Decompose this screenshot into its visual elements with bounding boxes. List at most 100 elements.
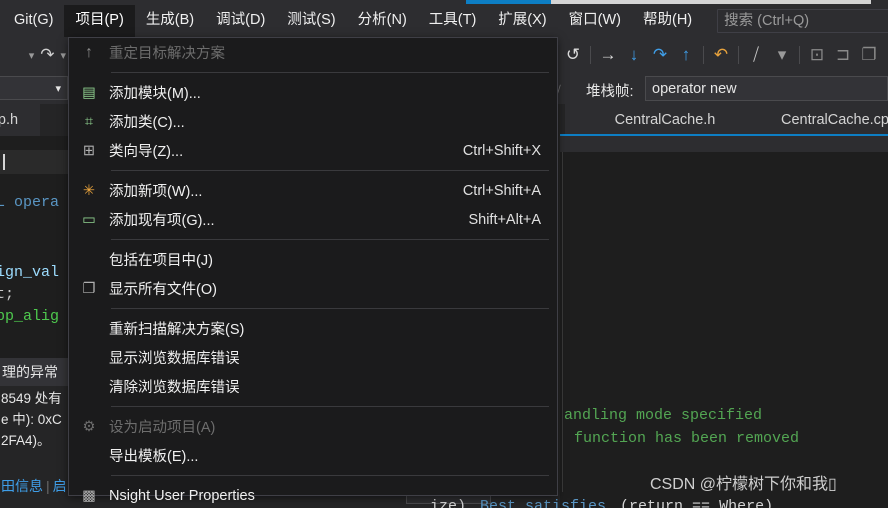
debug-toolbar-icons: ↺ → ↓ ↷ ↑ ↶ ⧸ ▾ ⊡ ⊐ ❐: [560, 37, 888, 73]
process-combo[interactable]: mem ▾: [0, 76, 68, 100]
menu-option-icon-slot: [69, 441, 109, 470]
nsight-icon: ▩: [82, 487, 96, 504]
menu-option-icon-slot: [69, 343, 109, 372]
menu-item-label: 调试(D): [216, 12, 266, 28]
menu-option-3-1[interactable]: ❐ 显示所有文件(O): [69, 274, 557, 303]
tab-centralcache-cpp[interactable]: CentralCache.cp: [765, 104, 888, 136]
menu-item-label: 窗口(W): [568, 12, 621, 28]
dropdown-caret-icon-2[interactable]: ▾: [60, 49, 66, 62]
toolbar-separator: [738, 46, 739, 64]
project-menu-dropdown: ↑ 重定目标解决方案 ▤ 添加模块(M)... ⌗ 添加类(C)... ⊞ 类向导(Z)...…: [68, 37, 558, 504]
code-line-2: ign_val: [0, 264, 60, 281]
menu-option-label: 添加模块(M)...: [109, 86, 201, 102]
menu-item-label: 项目(P): [75, 12, 124, 28]
menu-option-2-1[interactable]: ▭ 添加现有项(G)... Shift+Alt+A: [69, 205, 557, 234]
toolbar-separator: [799, 46, 800, 64]
output-gutter-line: [562, 152, 563, 492]
step-into-icon[interactable]: ↓: [621, 40, 647, 70]
restart-icon[interactable]: ↺: [560, 40, 586, 70]
menu-option-3-0[interactable]: 包括在项目中(J): [69, 245, 557, 274]
menu-option-shortcut: Ctrl+Shift+A: [462, 182, 541, 199]
left-editor-fragment: L opera ign_val t; pp_alig: [0, 136, 68, 358]
menu-option-icon-slot: [69, 314, 109, 343]
menu-item-1[interactable]: 项目(P): [64, 5, 135, 37]
menu-separator: [111, 308, 549, 309]
menu-item-6[interactable]: 工具(T): [418, 5, 488, 37]
tab-centralcache-h[interactable]: CentralCache.h: [565, 104, 765, 136]
exception-details-link[interactable]: 田信息: [1, 478, 43, 494]
menu-separator: [111, 406, 549, 407]
output-pane-header: [560, 136, 888, 152]
menu-option-label: 添加新项(W)...: [109, 184, 203, 200]
窗口-layout-icon[interactable]: ⊐: [830, 40, 856, 70]
menu-item-label: 扩展(X): [498, 12, 547, 28]
menu-item-label: 测试(S): [287, 12, 336, 28]
tab-p-h[interactable]: p.h: [0, 104, 40, 136]
menu-option-label: Nsight User Properties: [109, 487, 255, 504]
menu-item-2[interactable]: 生成(B): [135, 5, 205, 37]
menu-option-5-1[interactable]: 导出模板(E)...: [69, 441, 557, 470]
menu-bar: Git(G) 项目(P) 生成(B) 调试(D) 测试(S) 分析(N) 工具(T) 扩展(X…: [0, 5, 888, 37]
tab-centralcache-cpp-label: CentralCache.cp: [781, 112, 888, 128]
menu-option-label: 显示所有文件(O): [109, 282, 217, 298]
step-over-icon[interactable]: →: [595, 40, 621, 70]
exception-links: 田信息 | 启: [0, 476, 68, 496]
step-out-of-loop-icon[interactable]: ↷: [647, 40, 673, 70]
exception-enable-link[interactable]: 启: [53, 478, 67, 494]
step-out-icon[interactable]: ↑: [673, 40, 699, 70]
menu-option-icon-slot: [69, 245, 109, 274]
output-line-2: function has been removed: [574, 430, 800, 447]
menu-item-0[interactable]: Git(G): [0, 5, 64, 37]
redo-icon[interactable]: ↷: [40, 45, 54, 65]
menu-item-label: 帮助(H): [642, 12, 693, 28]
menu-item-4[interactable]: 测试(S): [276, 5, 346, 37]
top-accent-white-segment: [551, 0, 871, 4]
breakpoints-icon[interactable]: ⊡: [804, 40, 830, 70]
dropdown-caret-icon[interactable]: ▾: [29, 49, 35, 62]
menu-option-label: 导出模板(E)...: [109, 449, 199, 465]
menu-item-5[interactable]: 分析(N): [347, 5, 418, 37]
output-line-1: andling mode specified: [564, 407, 763, 424]
stackframe-combo[interactable]: operator new: [645, 76, 888, 101]
menu-option-4-2[interactable]: 清除浏览数据库错误: [69, 372, 557, 401]
gear-icon: ⚙: [82, 418, 96, 435]
exception-line-1: 8549 处有: [1, 391, 62, 406]
menu-option-0-0: ↑ 重定目标解决方案: [69, 38, 557, 67]
menu-option-1-1[interactable]: ⌗ 添加类(C)...: [69, 107, 557, 136]
dropdown-arrow-icon[interactable]: ▾: [769, 40, 795, 70]
menu-item-7[interactable]: 扩展(X): [487, 5, 557, 37]
menu-option-4-1[interactable]: 显示浏览数据库错误: [69, 343, 557, 372]
menu-option-1-0[interactable]: ▤ 添加模块(M)...: [69, 78, 557, 107]
menu-option-4-0[interactable]: 重新扫描解决方案(S): [69, 314, 557, 343]
chevron-down-icon: ▾: [55, 82, 61, 95]
toolbar-separator: [703, 46, 704, 64]
menu-option-6-0[interactable]: ▩ Nsight User Properties: [69, 481, 557, 508]
menu-option-label: 包括在项目中(J): [109, 253, 213, 269]
search-input[interactable]: 搜索 (Ctrl+Q): [717, 9, 888, 33]
menu-option-label: 重定目标解决方案: [109, 46, 225, 62]
copy-icon[interactable]: ❐: [856, 40, 882, 70]
menu-option-label: 清除浏览数据库错误: [109, 380, 240, 396]
show-threads-icon[interactable]: ⧸: [743, 40, 769, 70]
menu-option-label: 类向导(Z)...: [109, 144, 184, 160]
menu-item-8[interactable]: 窗口(W): [558, 5, 632, 37]
menu-separator: [111, 170, 549, 171]
menu-option-label: 设为启动项目(A): [109, 420, 216, 436]
stackframe-label: 堆栈帧:: [586, 84, 634, 100]
class-wizard-icon: ⊞: [82, 142, 96, 159]
menu-option-2-0[interactable]: ✳ 添加新项(W)... Ctrl+Shift+A: [69, 176, 557, 205]
menu-option-1-2[interactable]: ⊞ 类向导(Z)... Ctrl+Shift+X: [69, 136, 557, 165]
menu-separator: [111, 72, 549, 73]
exception-panel-title: 理的异常: [0, 358, 68, 386]
menu-item-9[interactable]: 帮助(H): [632, 5, 703, 37]
visual-studio-window: Git(G) 项目(P) 生成(B) 调试(D) 测试(S) 分析(N) 工具(T) 扩展(X…: [0, 0, 888, 508]
menu-item-3[interactable]: 调试(D): [205, 5, 276, 37]
menu-item-label: 生成(B): [145, 12, 195, 28]
undo-icon[interactable]: ↶: [708, 40, 734, 70]
menu-item-label: 分析(N): [357, 12, 407, 28]
menu-option-label: 显示浏览数据库错误: [109, 351, 240, 367]
exception-panel-body: 8549 处有 e 中): 0xC 2FA4)。: [0, 388, 68, 451]
show-all-files-icon: ❐: [82, 280, 96, 297]
add-new-item-icon: ✳: [82, 182, 96, 199]
current-line-highlight: [0, 150, 68, 174]
